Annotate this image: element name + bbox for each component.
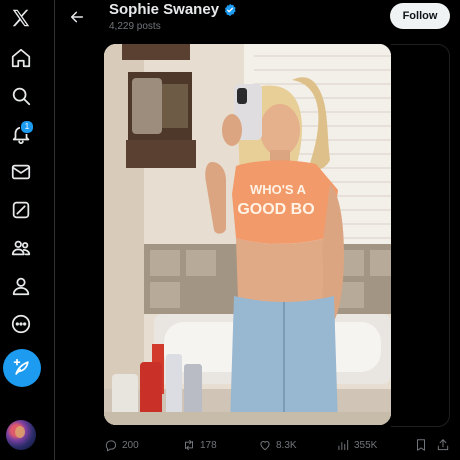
bookmark-button[interactable] [414,434,428,456]
like-count: 8.3K [276,439,297,451]
shirt-text-line2: GOOD BO [237,201,314,218]
media-side-panel [391,44,450,427]
share-icon [437,439,449,451]
repost-count: 178 [200,439,217,451]
people-icon[interactable] [6,233,36,263]
repost-button[interactable]: 178 [182,434,217,456]
selfie-photo: WHO'S A GOOD BO [104,44,391,425]
x-logo-icon[interactable] [6,3,36,33]
home-icon[interactable] [6,43,36,73]
bar-chart-icon [338,439,349,451]
search-icon[interactable] [6,81,36,111]
envelope-icon[interactable] [6,157,36,187]
heart-icon [260,441,270,451]
arrow-left-icon [70,11,84,23]
reply-icon [105,440,117,452]
more-circle-icon[interactable] [6,309,36,339]
verified-badge-icon [223,3,237,17]
post-count: 4,229 posts [109,21,161,32]
bookmark-icon [417,439,425,451]
share-button[interactable] [436,434,450,456]
post-media-image[interactable]: WHO'S A GOOD BO [104,44,391,425]
notification-badge: 1 [20,120,34,134]
sidebar: 1 [0,0,42,460]
person-icon[interactable] [6,271,36,301]
grok-icon[interactable] [6,195,36,225]
views-button[interactable]: 355K [336,434,377,456]
follow-button[interactable]: Follow [390,3,450,29]
profile-header: Sophie Swaney 4,229 posts Follow [55,0,460,40]
reply-count: 200 [122,439,139,451]
header-title-block: Sophie Swaney 4,229 posts [109,0,237,33]
back-button[interactable] [63,3,91,31]
bell-icon[interactable]: 1 [6,119,36,149]
page-title: Sophie Swaney [109,1,220,18]
feather-plus-icon [13,358,29,375]
sidebar-divider [54,0,55,460]
like-button[interactable]: 8.3K [258,434,297,456]
repost-icon [185,439,193,451]
view-count: 355K [354,439,378,451]
post-action-bar: 200 178 8.3K 355K [104,434,454,456]
reply-button[interactable]: 200 [104,434,139,456]
post-button[interactable] [3,349,41,387]
account-avatar[interactable] [6,420,36,450]
shirt-text-line1: WHO'S A [250,182,307,197]
